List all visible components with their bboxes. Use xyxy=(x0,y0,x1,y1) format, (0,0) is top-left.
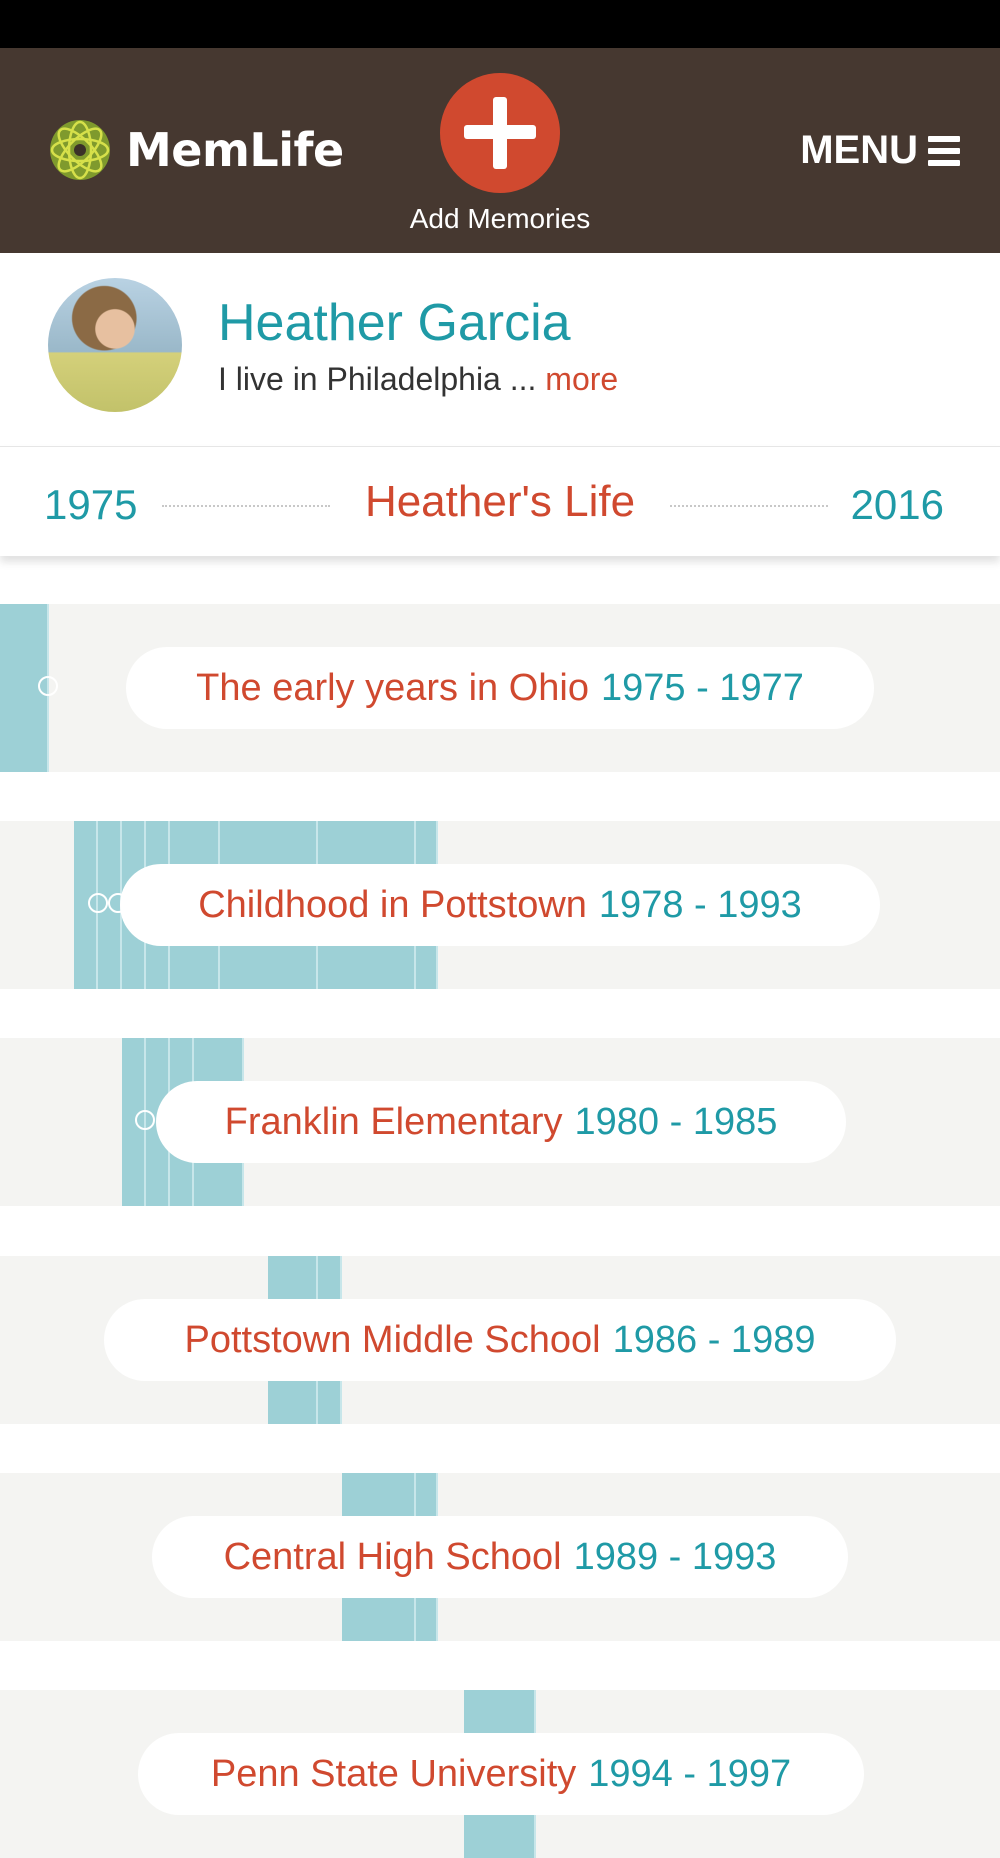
life-end-year: 2016 xyxy=(850,481,944,528)
more-link[interactable]: more xyxy=(545,361,618,397)
chapter-pill[interactable]: Franklin Elementary 1980 - 1985 xyxy=(156,1081,846,1163)
chapter-years: 1994 - 1997 xyxy=(588,1752,792,1795)
chapter-pill[interactable]: Central High School 1989 - 1993 xyxy=(152,1516,848,1598)
chapter-title: Franklin Elementary xyxy=(224,1100,563,1143)
chapter-title: The early years in Ohio xyxy=(196,666,589,709)
chapter-title: Penn State University xyxy=(210,1752,577,1795)
brand-logo[interactable]: MemLife xyxy=(48,118,344,182)
chapter-years: 1975 - 1977 xyxy=(601,666,804,709)
chapter-years: 1980 - 1985 xyxy=(574,1100,778,1143)
chapter-pill[interactable]: Pottstown Middle School 1986 - 1989 xyxy=(104,1299,896,1381)
timeline-node xyxy=(135,1110,155,1130)
chapter-years: 1978 - 1993 xyxy=(598,883,802,926)
divider xyxy=(670,505,828,507)
chapter-pill[interactable]: The early years in Ohio 1975 - 1977 xyxy=(126,647,874,729)
profile-section: Heather Garcia I live in Philadelphia ..… xyxy=(0,253,1000,441)
chapter-years: 1986 - 1989 xyxy=(612,1318,816,1361)
chapter-title: Central High School xyxy=(223,1535,562,1578)
life-start-year: 1975 xyxy=(44,481,138,528)
hamburger-icon xyxy=(928,135,960,166)
chapter-pill[interactable]: Penn State University 1994 - 1997 xyxy=(138,1733,864,1815)
menu-button[interactable]: MENU xyxy=(800,128,960,173)
chapter-title: Childhood in Pottstown xyxy=(198,883,587,926)
life-title[interactable]: Heather's Life xyxy=(300,477,700,527)
chapter-pill[interactable]: Childhood in Pottstown 1978 - 1993 xyxy=(120,864,880,946)
timeline-node xyxy=(38,676,58,696)
chapter-row[interactable]: Childhood in Pottstown 1978 - 1993 xyxy=(0,821,1000,989)
menu-label: MENU xyxy=(800,128,918,172)
life-timeline-header: 1975 Heather's Life 2016 xyxy=(0,446,1000,556)
status-bar xyxy=(0,0,1000,48)
chapter-row[interactable]: Central High School 1989 - 1993 xyxy=(0,1473,1000,1641)
app-header: MemLife Add Memories MENU xyxy=(0,48,1000,253)
chapter-row[interactable]: Pottstown Middle School 1986 - 1989 xyxy=(0,1256,1000,1424)
chapter-years: 1989 - 1993 xyxy=(573,1535,777,1578)
add-memories-button[interactable] xyxy=(440,73,560,193)
timeline-node xyxy=(88,893,108,913)
profile-name[interactable]: Heather Garcia xyxy=(218,293,571,353)
profile-bio: I live in Philadelphia ... more xyxy=(218,361,618,398)
brand-name: MemLife xyxy=(126,123,344,177)
memlife-logo-icon xyxy=(50,120,110,180)
chapter-row[interactable]: The early years in Ohio 1975 - 1977 xyxy=(0,604,1000,772)
add-memories-label[interactable]: Add Memories xyxy=(350,203,650,235)
avatar[interactable] xyxy=(48,278,182,412)
profile-bio-text: I live in Philadelphia ... xyxy=(218,361,546,397)
chapter-row[interactable]: Penn State University 1994 - 1997 xyxy=(0,1690,1000,1858)
chapter-title: Pottstown Middle School xyxy=(184,1318,601,1361)
chapter-row[interactable]: Franklin Elementary 1980 - 1985 xyxy=(0,1038,1000,1206)
